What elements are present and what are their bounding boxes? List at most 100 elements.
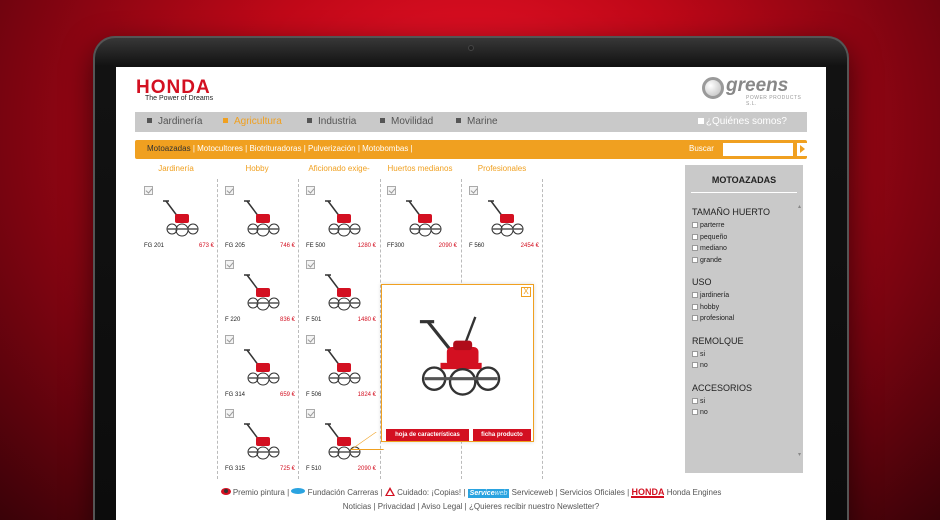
tiller-image (403, 197, 447, 239)
product-price: 725 € (279, 466, 295, 472)
compare-checkbox[interactable] (306, 186, 315, 195)
filter-checkbox[interactable] (692, 315, 698, 321)
filter-option[interactable]: grande (692, 256, 722, 264)
filter-option[interactable]: si (692, 397, 705, 405)
product-price: 746 € (279, 243, 295, 249)
footer-link-premio[interactable]: Premio pintura (233, 488, 285, 497)
nav-item-marine[interactable]: Marine (456, 116, 498, 127)
footer-link-noticias[interactable]: Noticias (343, 502, 371, 511)
nav-item-label: Marine (467, 116, 498, 127)
footer-link-aviso[interactable]: Aviso Legal (421, 502, 462, 511)
footer-link-newsletter[interactable]: ¿Quieres recibir nuestro Newsletter? (469, 502, 599, 511)
filter-option-label: no (700, 409, 708, 416)
greens-logo[interactable]: greens POWER PRODUCTS S.L. (702, 75, 812, 107)
product-card[interactable]: FF300 2090 € (383, 183, 459, 253)
footer-links-secondary: Noticias | Privacidad | Aviso Legal | ¿Q… (342, 502, 600, 511)
bullet-icon (147, 118, 152, 123)
product-card[interactable]: F 560 2454 € (465, 183, 541, 253)
nav-item-industria[interactable]: Industria (307, 116, 356, 127)
product-name: F 560 (469, 243, 485, 249)
specs-sheet-button[interactable]: hoja de características (386, 429, 469, 441)
filter-checkbox[interactable] (692, 222, 698, 228)
product-card[interactable]: F 501 1480 € (302, 257, 378, 327)
fish-icon (291, 488, 306, 494)
compare-checkbox[interactable] (225, 409, 234, 418)
compare-checkbox[interactable] (225, 186, 234, 195)
compare-checkbox[interactable] (144, 186, 153, 195)
search-input[interactable] (723, 143, 793, 156)
filter-checkbox[interactable] (692, 245, 698, 251)
subnav-motobombas[interactable]: Motobombas (362, 144, 408, 153)
product-sheet-button[interactable]: ficha producto (473, 429, 531, 441)
product-card[interactable]: FG 205 746 € (221, 183, 297, 253)
filter-option[interactable]: no (692, 362, 708, 369)
filter-checkbox[interactable] (692, 397, 698, 404)
filter-checkbox[interactable] (692, 362, 698, 368)
serviceweb-logo-sub: web (494, 490, 508, 497)
product-card[interactable]: F 220 836 € (221, 257, 297, 327)
filter-checkbox[interactable] (692, 292, 698, 298)
serviceweb-logo-text: Service (469, 490, 495, 497)
compare-checkbox[interactable] (306, 409, 315, 418)
scroll-down-icon[interactable]: ▾ (798, 451, 801, 458)
about-link[interactable]: ¿Quiénes somos? (697, 116, 787, 127)
filter-checkbox[interactable] (692, 350, 698, 357)
filter-option[interactable]: profesional (692, 315, 734, 322)
footer-link-privacidad[interactable]: Privacidad (378, 502, 415, 511)
filter-option-label: grande (700, 256, 722, 264)
filter-option[interactable]: jardinería (692, 292, 729, 299)
product-name: FE 500 (306, 243, 326, 249)
nav-item-movilidad[interactable]: Movilidad (380, 116, 433, 127)
nav-item-jardineria[interactable]: Jardinería (147, 116, 202, 127)
footer-link-engines[interactable]: Honda Engines (667, 488, 722, 497)
filter-checkbox[interactable] (692, 233, 698, 240)
bullet-icon (223, 118, 228, 123)
product-card[interactable]: FG 201 673 € (140, 183, 216, 253)
compare-checkbox[interactable] (225, 260, 234, 269)
filter-option[interactable]: mediano (692, 245, 727, 252)
serviceweb-logo: Serviceweb (467, 489, 510, 498)
filter-option[interactable]: no (692, 409, 708, 416)
scroll-up-icon[interactable]: ▴ (798, 203, 801, 210)
search-submit-button[interactable] (797, 143, 807, 156)
filter-option[interactable]: hobby (692, 303, 719, 311)
column-header-profesionales: Profesionales (477, 164, 527, 173)
subnav-pulverizacion[interactable]: Pulverización (308, 144, 356, 153)
filter-checkbox[interactable] (692, 409, 698, 415)
compare-checkbox[interactable] (469, 186, 478, 195)
filter-section-heading: TAMAÑO HUERTO (692, 207, 771, 217)
compare-checkbox[interactable] (306, 260, 315, 269)
product-price: 2090 € (357, 466, 376, 472)
column-divider (217, 179, 218, 479)
product-price: 836 € (279, 317, 295, 323)
footer-link-servicios[interactable]: Servicios Oficiales (560, 488, 625, 497)
filter-checkbox[interactable] (692, 303, 698, 310)
product-card[interactable]: FG 314 659 € (221, 332, 297, 402)
filter-section-heading: ACCESORIOS (692, 382, 753, 393)
subnav-motocultores[interactable]: Motocultores (197, 144, 243, 153)
product-card[interactable]: FG 315 725 € (221, 406, 297, 476)
compare-checkbox[interactable] (306, 335, 315, 344)
filter-option-label: profesional (700, 315, 735, 322)
compare-checkbox[interactable] (387, 186, 396, 195)
product-popup: X hoja de características ficha producto (381, 284, 534, 442)
filter-option-label: jardinería (700, 292, 730, 299)
footer-link-fundacion[interactable]: Fundación Carreras (308, 488, 379, 497)
filter-option[interactable]: parterre (692, 222, 725, 229)
subnav-biotrituradoras[interactable]: Biotrituradoras (249, 144, 301, 153)
product-card[interactable]: F 506 1824 € (302, 332, 378, 402)
filter-option[interactable]: si (692, 350, 705, 358)
close-popup-button[interactable]: X (521, 287, 531, 297)
filter-option[interactable]: pequeño (692, 233, 727, 241)
nav-item-agricultura[interactable]: Agricultura (223, 116, 282, 127)
filter-checkbox[interactable] (692, 256, 698, 263)
footer-link-copias[interactable]: Cuidado: ¡Copias! (397, 488, 461, 497)
subnav-motoazadas[interactable]: Motoazadas (147, 144, 191, 153)
product-name: FG 315 (225, 466, 246, 472)
compare-checkbox[interactable] (225, 335, 234, 344)
column-header-hobby: Hobby (245, 164, 269, 173)
footer-link-serviceweb[interactable]: Serviceweb (512, 488, 553, 497)
product-card[interactable]: FE 500 1280 € (302, 183, 378, 253)
filter-option-label: mediano (700, 245, 727, 252)
product-name: FG 205 (225, 243, 246, 249)
